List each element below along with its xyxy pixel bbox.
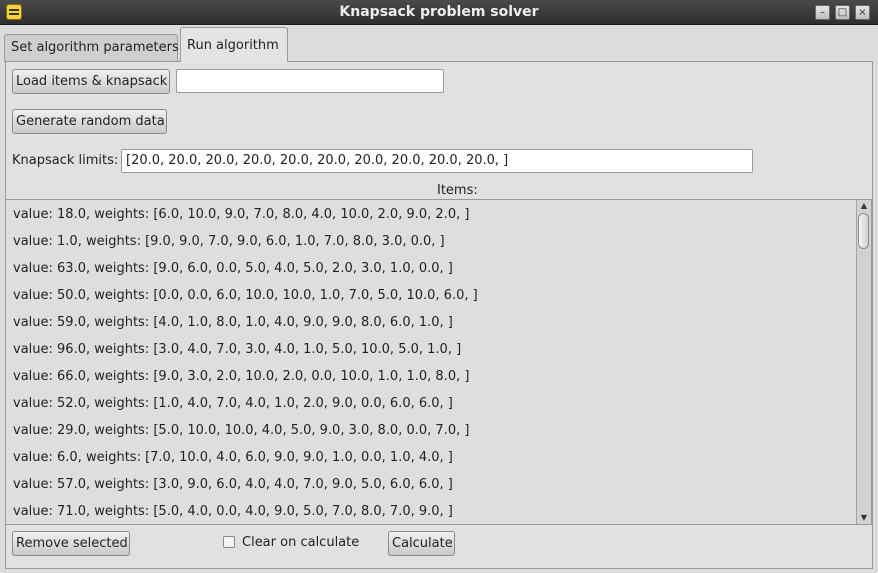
load-path-field[interactable] <box>176 69 444 93</box>
window-titlebar[interactable]: Knapsack problem solver – □ × <box>0 0 878 25</box>
list-item[interactable]: value: 1.0, weights: [9.0, 9.0, 7.0, 9.0… <box>6 228 857 255</box>
scroll-up-icon[interactable]: ▲ <box>857 200 871 212</box>
tab-set-algorithm-parameters[interactable]: Set algorithm parameters <box>4 34 179 62</box>
generate-random-data-button[interactable]: Generate random data <box>12 109 167 134</box>
minimize-button[interactable]: – <box>815 5 830 20</box>
tab-run-algorithm[interactable]: Run algorithm <box>180 27 288 62</box>
list-item[interactable]: value: 66.0, weights: [9.0, 3.0, 2.0, 10… <box>6 363 857 390</box>
list-item[interactable]: value: 71.0, weights: [5.0, 4.0, 0.0, 4.… <box>6 498 857 524</box>
list-item[interactable]: value: 57.0, weights: [3.0, 9.0, 6.0, 4.… <box>6 471 857 498</box>
knapsack-limits-field[interactable]: [20.0, 20.0, 20.0, 20.0, 20.0, 20.0, 20.… <box>121 149 753 173</box>
maximize-button[interactable]: □ <box>835 5 850 20</box>
items-scrollbar[interactable]: ▲ ▼ <box>856 200 871 524</box>
items-header: Items: <box>437 183 478 198</box>
load-items-button[interactable]: Load items & knapsack <box>12 69 170 94</box>
clear-on-calculate-label: Clear on calculate <box>242 535 360 550</box>
list-item[interactable]: value: 50.0, weights: [0.0, 0.0, 6.0, 10… <box>6 282 857 309</box>
list-item[interactable]: value: 59.0, weights: [4.0, 1.0, 8.0, 1.… <box>6 309 857 336</box>
window-title: Knapsack problem solver <box>339 4 539 20</box>
calculate-button[interactable]: Calculate <box>388 531 455 556</box>
items-list[interactable]: value: 18.0, weights: [6.0, 10.0, 9.0, 7… <box>5 199 872 525</box>
close-button[interactable]: × <box>855 5 870 20</box>
list-item[interactable]: value: 18.0, weights: [6.0, 10.0, 9.0, 7… <box>6 201 857 228</box>
list-item[interactable]: value: 6.0, weights: [7.0, 10.0, 4.0, 6.… <box>6 444 857 471</box>
list-item[interactable]: value: 63.0, weights: [9.0, 6.0, 0.0, 5.… <box>6 255 857 282</box>
clear-on-calculate-checkbox[interactable] <box>223 536 235 548</box>
list-item[interactable]: value: 52.0, weights: [1.0, 4.0, 7.0, 4.… <box>6 390 857 417</box>
list-item[interactable]: value: 96.0, weights: [3.0, 4.0, 7.0, 3.… <box>6 336 857 363</box>
remove-selected-button[interactable]: Remove selected <box>12 531 130 556</box>
items-list-body: value: 18.0, weights: [6.0, 10.0, 9.0, 7… <box>6 200 857 524</box>
scrollbar-thumb[interactable] <box>858 213 869 249</box>
list-item[interactable]: value: 29.0, weights: [5.0, 10.0, 10.0, … <box>6 417 857 444</box>
knapsack-limits-label: Knapsack limits: <box>12 153 119 168</box>
scroll-down-icon[interactable]: ▼ <box>857 512 871 524</box>
